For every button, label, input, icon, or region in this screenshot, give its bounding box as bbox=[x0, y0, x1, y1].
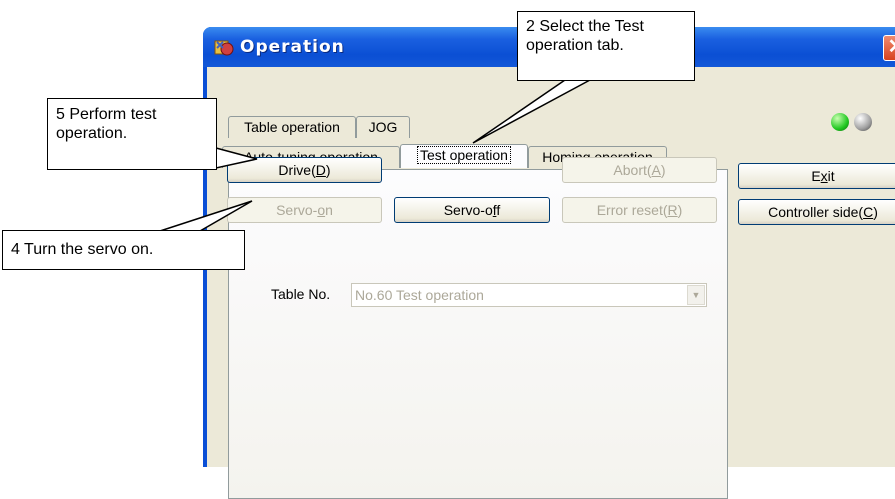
callout-perform-test-text: 5 Perform test operation. bbox=[56, 106, 157, 142]
callout-servo-on-text: 4 Turn the servo on. bbox=[11, 241, 154, 258]
callout-select-tab-text: 2 Select the Test operation tab. bbox=[526, 18, 644, 54]
callout-pointers bbox=[159, 79, 591, 232]
tab-test-operation[interactable]: Test operation bbox=[400, 144, 528, 168]
callout-perform-test: 5 Perform test operation. bbox=[47, 98, 217, 170]
callout-select-tab: 2 Select the Test operation tab. bbox=[517, 11, 695, 81]
callout-servo-on: 4 Turn the servo on. bbox=[2, 230, 245, 270]
tab-label: Test operation bbox=[417, 146, 511, 164]
